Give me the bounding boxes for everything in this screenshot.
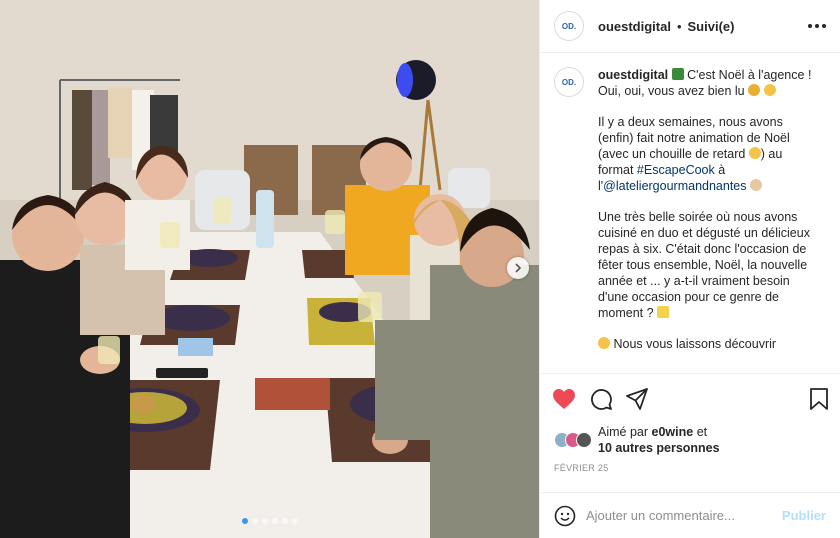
chef-icon bbox=[750, 179, 762, 191]
caption-username[interactable]: ouestdigital bbox=[598, 68, 668, 82]
christmas-tree-icon bbox=[671, 68, 684, 80]
caption-paragraph-4: Nous vous laissons découvrir bbox=[613, 337, 777, 351]
post-comment-button[interactable]: Publier bbox=[782, 508, 826, 523]
post-panel: OD. ouestdigital • Suivi(e) OD. ouestdig… bbox=[539, 0, 840, 538]
action-bar bbox=[540, 373, 840, 423]
caption-text: ouestdigital C'est Noël à l'agence ! Oui… bbox=[598, 67, 812, 373]
likes-conjunction: et bbox=[696, 425, 708, 439]
post-photo bbox=[0, 0, 539, 538]
post-header: OD. ouestdigital • Suivi(e) bbox=[540, 0, 840, 53]
avatar[interactable]: OD. bbox=[554, 11, 584, 41]
bookmark-icon[interactable] bbox=[810, 387, 828, 410]
likes-others-count[interactable]: 10 autres personnes bbox=[598, 441, 720, 455]
post-date[interactable]: FÉVRIER 25 bbox=[540, 457, 840, 492]
next-image-button[interactable] bbox=[507, 257, 529, 279]
sparkles-icon bbox=[657, 306, 670, 318]
avatar bbox=[576, 432, 592, 448]
header-separator: • bbox=[676, 18, 682, 34]
grimacing-face-icon bbox=[748, 147, 761, 159]
smiley-icon[interactable] bbox=[554, 505, 576, 527]
likes-prefix: Aimé par bbox=[598, 425, 649, 439]
carousel-dot bbox=[291, 518, 298, 524]
party-popper-icon bbox=[748, 84, 761, 96]
caption-paragraph-3: Une très belle soirée où nous avons cuis… bbox=[598, 210, 810, 320]
header-username[interactable]: ouestdigital bbox=[598, 19, 671, 34]
caption-avatar[interactable]: OD. bbox=[554, 67, 584, 97]
comment-input[interactable] bbox=[586, 508, 772, 523]
caption-area[interactable]: OD. ouestdigital C'est Noël à l'agence !… bbox=[540, 53, 840, 373]
likes-text: Aimé par e0wine et 10 autres personnes bbox=[598, 424, 720, 456]
heart-icon[interactable] bbox=[552, 388, 576, 410]
carousel-dot bbox=[241, 518, 248, 524]
mention-link[interactable]: @lateliergourmandnantes bbox=[603, 179, 746, 193]
comment-bar: Publier bbox=[540, 492, 840, 538]
carousel-dot bbox=[271, 518, 278, 524]
follow-button[interactable]: Suivi(e) bbox=[688, 19, 735, 34]
carousel-dot bbox=[261, 518, 268, 524]
carousel-dot bbox=[251, 518, 258, 524]
avatar-logo-text: OD. bbox=[561, 77, 577, 87]
instagram-post: OD. ouestdigital • Suivi(e) OD. ouestdig… bbox=[0, 0, 840, 538]
liker-avatars bbox=[554, 432, 592, 448]
comment-icon[interactable] bbox=[590, 388, 612, 410]
carousel-dot bbox=[281, 518, 288, 524]
chevron-right-icon bbox=[515, 263, 522, 273]
avatar-logo-text: OD. bbox=[561, 21, 577, 31]
hashtag-link[interactable]: #EscapeCook bbox=[637, 163, 715, 177]
carousel-indicator bbox=[0, 518, 539, 524]
share-icon[interactable] bbox=[626, 387, 648, 410]
post-media[interactable] bbox=[0, 0, 539, 538]
pointing-down-icon bbox=[763, 84, 776, 96]
likes-summary[interactable]: Aimé par e0wine et 10 autres personnes bbox=[540, 423, 840, 457]
liker-username[interactable]: e0wine bbox=[652, 425, 694, 439]
more-options-icon[interactable] bbox=[808, 24, 826, 28]
pointing-right-icon bbox=[598, 337, 610, 349]
